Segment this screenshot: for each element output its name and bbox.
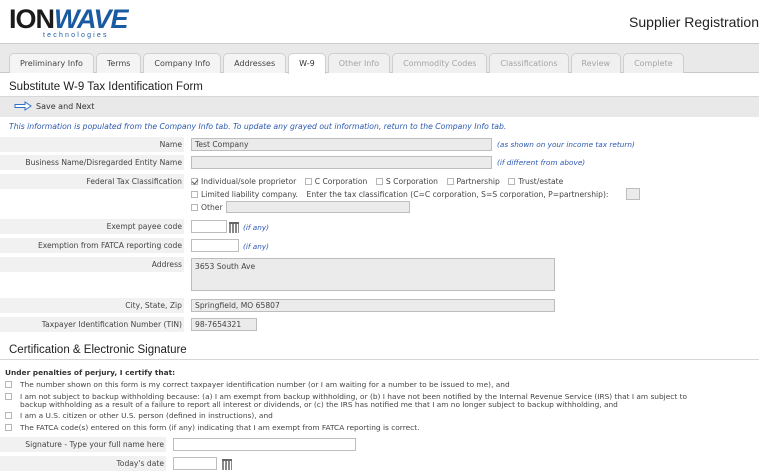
checkbox-s-corp[interactable] bbox=[375, 178, 383, 185]
certification-title: Certification & Electronic Signature bbox=[0, 341, 759, 360]
exempt-payee-hint: (if any) bbox=[243, 223, 270, 232]
tab-list: Preliminary Info Terms Company Info Addr… bbox=[9, 53, 686, 74]
info-message: This information is populated from the C… bbox=[9, 122, 507, 131]
option-trust[interactable]: Trust/estate bbox=[508, 177, 563, 186]
checkbox-partnership[interactable] bbox=[446, 178, 454, 185]
signature-label: Signature - Type your full name here bbox=[0, 437, 166, 452]
tab-complete: Complete bbox=[623, 53, 684, 73]
checkbox-c-corp[interactable] bbox=[304, 178, 312, 185]
city-label: City, State, Zip bbox=[0, 298, 184, 313]
checkbox-trust[interactable] bbox=[508, 178, 516, 185]
exempt-payee-field[interactable] bbox=[191, 220, 227, 233]
fatca-hint: (if any) bbox=[243, 242, 270, 251]
business-name-hint: (if different from above) bbox=[497, 158, 586, 167]
app-header: IONWAVE technologies Supplier Registrati… bbox=[0, 0, 759, 44]
checkbox-other[interactable] bbox=[191, 204, 198, 211]
option-s-corp[interactable]: S Corporation bbox=[375, 177, 438, 186]
arrow-right-icon bbox=[14, 101, 32, 111]
action-bar: Save and Next bbox=[0, 97, 759, 117]
logo-text-ion: ION bbox=[9, 4, 55, 34]
tab-company-info[interactable]: Company Info bbox=[143, 53, 222, 73]
tab-classifications: Classifications bbox=[489, 53, 569, 73]
name-hint: (as shown on your income tax return) bbox=[497, 140, 635, 149]
option-c-corp[interactable]: C Corporation bbox=[304, 177, 367, 186]
checkbox-individual[interactable] bbox=[191, 178, 198, 185]
tab-other-info: Other Info bbox=[327, 53, 391, 73]
name-label: Name bbox=[0, 137, 184, 152]
certification-lead: Under penalties of perjury, I certify th… bbox=[5, 368, 176, 377]
cert-checkbox-4[interactable] bbox=[5, 424, 12, 431]
tab-w9[interactable]: W-9 bbox=[288, 53, 326, 74]
exempt-payee-label: Exempt payee code bbox=[0, 219, 184, 234]
business-name-field bbox=[191, 156, 492, 169]
tin-field: 98-7654321 bbox=[191, 318, 257, 331]
address-field: 3653 South Ave bbox=[191, 258, 555, 291]
checkbox-llc[interactable] bbox=[191, 191, 198, 198]
option-partnership[interactable]: Partnership bbox=[446, 177, 500, 186]
llc-classification-field bbox=[626, 188, 640, 200]
federal-tax-label: Federal Tax Classification bbox=[0, 174, 184, 189]
save-and-next-button[interactable]: Save and Next bbox=[14, 101, 94, 111]
date-field[interactable] bbox=[173, 457, 217, 470]
page-title: Supplier Registration bbox=[629, 14, 759, 30]
option-llc[interactable]: Limited liability company. bbox=[191, 190, 298, 199]
tab-preliminary-info[interactable]: Preliminary Info bbox=[9, 53, 94, 73]
cert-checkbox-2[interactable] bbox=[5, 393, 12, 400]
fatca-code-field[interactable] bbox=[191, 239, 239, 252]
tab-commodity-codes: Commodity Codes bbox=[392, 53, 488, 73]
federal-tax-row: Federal Tax Classification Individual/so… bbox=[0, 174, 759, 218]
logo-text-wave: WAVE bbox=[54, 4, 129, 34]
signature-field[interactable] bbox=[173, 438, 356, 451]
option-other[interactable]: Other bbox=[191, 203, 223, 212]
city-field: Springfield, MO 65807 bbox=[191, 299, 555, 312]
tab-bar: Preliminary Info Terms Company Info Addr… bbox=[0, 44, 759, 74]
logo-subtitle: technologies bbox=[43, 32, 109, 39]
tab-terms[interactable]: Terms bbox=[95, 53, 142, 73]
cert-checkbox-1[interactable] bbox=[5, 381, 12, 388]
date-label: Today's date bbox=[0, 456, 166, 471]
fatca-label: Exemption from FATCA reporting code bbox=[0, 238, 184, 253]
code-picker-icon[interactable] bbox=[229, 222, 239, 233]
cert-checkbox-3[interactable] bbox=[5, 412, 12, 419]
name-field: Test Company bbox=[191, 138, 492, 151]
tab-review: Review bbox=[570, 53, 622, 73]
llc-instruction: Enter the tax classification (C=C corpor… bbox=[306, 190, 609, 199]
business-name-label: Business Name/Disregarded Entity Name bbox=[0, 155, 184, 170]
option-individual[interactable]: Individual/sole proprietor bbox=[191, 177, 296, 186]
save-and-next-label: Save and Next bbox=[36, 101, 95, 111]
form-title: Substitute W-9 Tax Identification Form bbox=[0, 78, 759, 97]
tin-label: Taxpayer Identification Number (TIN) bbox=[0, 317, 184, 332]
tab-addresses[interactable]: Addresses bbox=[223, 53, 287, 73]
address-label: Address bbox=[0, 257, 184, 272]
ionwave-logo: IONWAVE technologies bbox=[9, 4, 129, 40]
calendar-icon[interactable] bbox=[222, 459, 232, 470]
other-classification-field bbox=[226, 201, 410, 213]
